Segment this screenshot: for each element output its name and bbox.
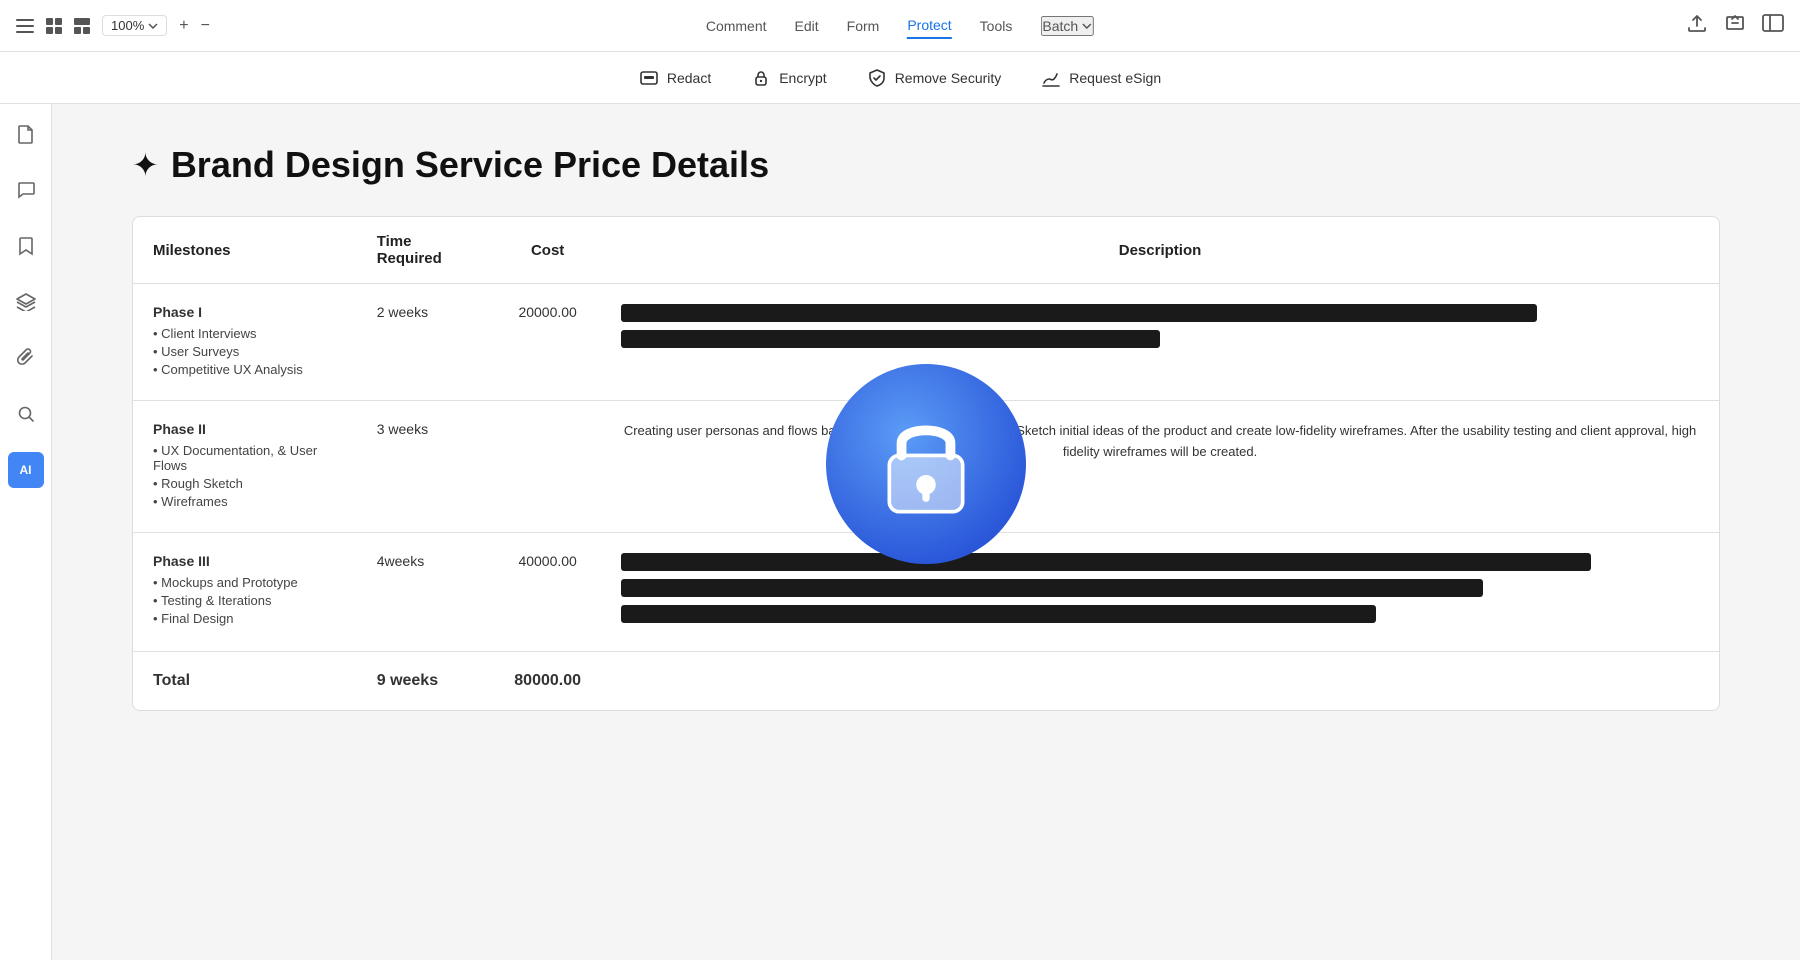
list-item: Rough Sketch	[153, 476, 337, 491]
menu-form[interactable]: Form	[847, 14, 880, 38]
phase3-cost: 40000.00	[494, 533, 601, 652]
sidebar-bookmark-btn[interactable]	[8, 228, 44, 264]
redacted-bar	[621, 330, 1160, 348]
phase1-desc	[601, 284, 1719, 401]
total-row: Total 9 weeks 80000.00	[133, 652, 1719, 711]
phase3-milestones: Phase III Mockups and Prototype Testing …	[133, 533, 357, 652]
menu-comment[interactable]: Comment	[706, 14, 767, 38]
list-item: Mockups and Prototype	[153, 575, 337, 590]
phase1-title: Phase I	[153, 304, 337, 320]
menu-edit[interactable]: Edit	[795, 14, 819, 38]
phase3-items: Mockups and Prototype Testing & Iteratio…	[153, 575, 337, 626]
zoom-level: 100%	[111, 18, 144, 33]
total-cost: 80000.00	[494, 652, 601, 711]
shield-icon	[867, 68, 887, 88]
main-menu: Comment Edit Form Protect Tools Batch	[706, 13, 1094, 39]
sidebar-attachment-btn[interactable]	[8, 340, 44, 376]
col-header-time: Time Required	[357, 217, 495, 284]
list-item: Final Design	[153, 611, 337, 626]
total-time: 9 weeks	[357, 652, 495, 711]
table-header-row: Milestones Time Required Cost Descriptio…	[133, 217, 1719, 284]
phase2-items: UX Documentation, & User Flows Rough Ske…	[153, 443, 337, 509]
document-content: ✦ Brand Design Service Price Details Mil…	[52, 104, 1800, 960]
phase3-desc	[601, 533, 1719, 652]
top-navigation: 100% + − Comment Edit Form Protect Tools…	[0, 0, 1800, 52]
total-label: Total	[133, 652, 357, 711]
list-item: User Surveys	[153, 344, 337, 359]
main-area: AI ✦ Brand Design Service Price Details	[0, 104, 1800, 960]
lock-overlay	[826, 364, 1026, 564]
encrypt-btn[interactable]: Encrypt	[751, 68, 826, 88]
redacted-bar	[621, 553, 1591, 571]
protect-toolbar: Redact Encrypt Remove Security Request e…	[0, 52, 1800, 104]
phase2-desc-text: Creating user personas and flows based o…	[624, 423, 1696, 459]
phase2-desc: Creating user personas and flows based o…	[601, 401, 1719, 533]
phase1-items: Client Interviews User Surveys Competiti…	[153, 326, 337, 377]
zoom-control[interactable]: 100%	[102, 15, 167, 36]
menu-tools[interactable]: Tools	[980, 14, 1013, 38]
zoom-in-btn[interactable]: +	[179, 17, 188, 35]
zoom-out-btn[interactable]: −	[201, 17, 210, 35]
document-title: Brand Design Service Price Details	[171, 144, 769, 186]
panel-btn[interactable]	[1762, 14, 1784, 37]
sidebar-layers-btn[interactable]	[8, 284, 44, 320]
layout-view-btn[interactable]	[74, 18, 90, 34]
phase2-cost	[494, 401, 601, 533]
list-item: Wireframes	[153, 494, 337, 509]
list-item: Client Interviews	[153, 326, 337, 341]
left-sidebar: AI	[0, 104, 52, 960]
redacted-bar	[621, 605, 1376, 623]
redact-btn[interactable]: Redact	[639, 68, 711, 88]
col-header-milestones: Milestones	[133, 217, 357, 284]
page-title-area: ✦ Brand Design Service Price Details	[132, 144, 769, 186]
phase1-milestones: Phase I Client Interviews User Surveys C…	[133, 284, 357, 401]
phase2-time: 3 weeks	[357, 401, 495, 533]
menu-batch[interactable]: Batch	[1040, 16, 1094, 36]
total-desc	[601, 652, 1719, 711]
esign-icon	[1041, 68, 1061, 88]
phase3-time: 4weeks	[357, 533, 495, 652]
sidebar-document-btn[interactable]	[8, 116, 44, 152]
price-table-container: Milestones Time Required Cost Descriptio…	[132, 216, 1720, 711]
share-btn[interactable]	[1724, 12, 1746, 39]
menu-protect[interactable]: Protect	[907, 13, 951, 39]
sidebar-toggle-btn[interactable]	[16, 19, 34, 33]
nav-left-controls: 100% + −	[16, 15, 210, 36]
col-header-description: Description	[601, 217, 1719, 284]
phase2-title: Phase II	[153, 421, 337, 437]
list-item: UX Documentation, & User Flows	[153, 443, 337, 473]
list-item: Competitive UX Analysis	[153, 362, 337, 377]
redacted-bar	[621, 579, 1483, 597]
grid-view-btn[interactable]	[46, 18, 62, 34]
phase1-time: 2 weeks	[357, 284, 495, 401]
sparkle-icon: ✦	[132, 146, 159, 184]
remove-security-btn[interactable]: Remove Security	[867, 68, 1002, 88]
sidebar-ai-btn[interactable]: AI	[8, 452, 44, 488]
phase2-milestones: Phase II UX Documentation, & User Flows …	[133, 401, 357, 533]
list-item: Testing & Iterations	[153, 593, 337, 608]
request-esign-btn[interactable]: Request eSign	[1041, 68, 1161, 88]
sidebar-comment-btn[interactable]	[8, 172, 44, 208]
redact-icon	[639, 68, 659, 88]
redacted-bar	[621, 304, 1537, 322]
nav-right-controls	[1686, 12, 1784, 39]
phase3-title: Phase III	[153, 553, 337, 569]
upload-btn[interactable]	[1686, 12, 1708, 39]
encrypt-lock-icon	[751, 68, 771, 88]
col-header-cost: Cost	[494, 217, 601, 284]
lock-overlay-icon	[876, 409, 976, 519]
phase1-cost: 20000.00	[494, 284, 601, 401]
sidebar-search-btn[interactable]	[8, 396, 44, 432]
